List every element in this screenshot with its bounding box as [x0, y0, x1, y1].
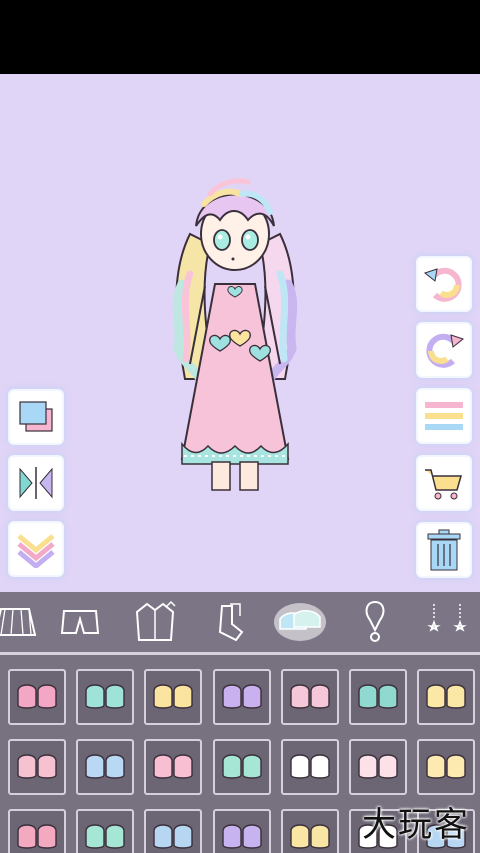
item-white-pink-socks[interactable] [349, 739, 407, 795]
shoe-pair-icon [85, 684, 125, 709]
trash-button[interactable] [418, 524, 470, 576]
layers-button[interactable] [10, 391, 62, 443]
item-pink-ballet-flats[interactable] [8, 739, 66, 795]
shoe-pair-icon [222, 684, 262, 709]
item-blue-heart-shoes[interactable] [76, 739, 134, 795]
category-shoes[interactable] [265, 592, 335, 652]
category-accessory[interactable] [340, 592, 410, 652]
character-avatar[interactable] [160, 164, 310, 494]
menu-icon [425, 402, 463, 430]
shoe-pair-icon [358, 754, 398, 779]
status-bar [0, 0, 480, 74]
redo-icon [426, 333, 465, 368]
shoe-pair-icon [153, 824, 193, 849]
shoe-pair-icon [290, 754, 330, 779]
cart-icon [425, 469, 462, 500]
item-blue-strap-shoes[interactable] [144, 809, 202, 853]
redo-button[interactable] [418, 324, 470, 376]
item-pink-flats-2[interactable] [8, 809, 66, 853]
shoe-pair-icon [85, 824, 125, 849]
accessory-icon [365, 600, 385, 642]
shoe-pair-icon [17, 684, 57, 709]
jacket-icon [135, 600, 176, 641]
shoe-pair-icon [358, 684, 398, 709]
item-mint-knee-boots[interactable] [213, 739, 271, 795]
category-earrings[interactable] [412, 592, 480, 652]
item-pink-bow-socks[interactable] [144, 739, 202, 795]
trash-icon [427, 529, 461, 571]
shoe-pair-icon [17, 824, 57, 849]
item-lavender-fluffy-boots[interactable] [213, 669, 271, 725]
shoe-pair-icon [153, 754, 193, 779]
shoes-icon [274, 603, 326, 641]
item-yellow-strap-heels[interactable] [144, 669, 202, 725]
item-lilac-tall-boots[interactable] [213, 809, 271, 853]
category-bar [0, 592, 480, 652]
category-shorts[interactable] [45, 592, 115, 652]
flip-icon [19, 467, 53, 499]
category-jacket[interactable] [120, 592, 190, 652]
category-socks[interactable] [195, 592, 265, 652]
shoe-pair-icon [426, 754, 466, 779]
shorts-icon [60, 610, 100, 634]
flip-button[interactable] [10, 457, 62, 509]
shoe-pair-icon [426, 684, 466, 709]
item-mint-sneakers[interactable] [76, 809, 134, 853]
shoe-pair-icon [153, 684, 193, 709]
menu-button[interactable] [418, 390, 470, 442]
collapse-button[interactable] [10, 523, 62, 575]
socks-icon [218, 603, 244, 642]
dress-up-stage [0, 74, 480, 592]
shoe-pair-icon [290, 684, 330, 709]
item-white-heart-socks[interactable] [281, 739, 339, 795]
earrings-icon [427, 604, 467, 632]
shoe-pair-icon [222, 824, 262, 849]
category-skirt[interactable] [0, 592, 50, 652]
layers-icon [19, 401, 53, 432]
undo-button[interactable] [418, 258, 470, 310]
undo-icon [423, 267, 462, 302]
skirt-icon [0, 608, 37, 636]
shoe-pair-icon [17, 754, 57, 779]
cart-button[interactable] [418, 457, 470, 509]
item-mint-flats[interactable] [76, 669, 134, 725]
item-yellow-frilly-socks[interactable] [417, 739, 475, 795]
item-teal-heart-shoes[interactable] [349, 669, 407, 725]
shoe-pair-icon [85, 754, 125, 779]
collapse-icon [17, 534, 55, 568]
item-pink-bow-shoes[interactable] [8, 669, 66, 725]
watermark-text: 大玩客 [362, 805, 470, 845]
item-yellow-flats[interactable] [417, 669, 475, 725]
shoe-pair-icon [222, 754, 262, 779]
item-pink-slippers[interactable] [281, 669, 339, 725]
